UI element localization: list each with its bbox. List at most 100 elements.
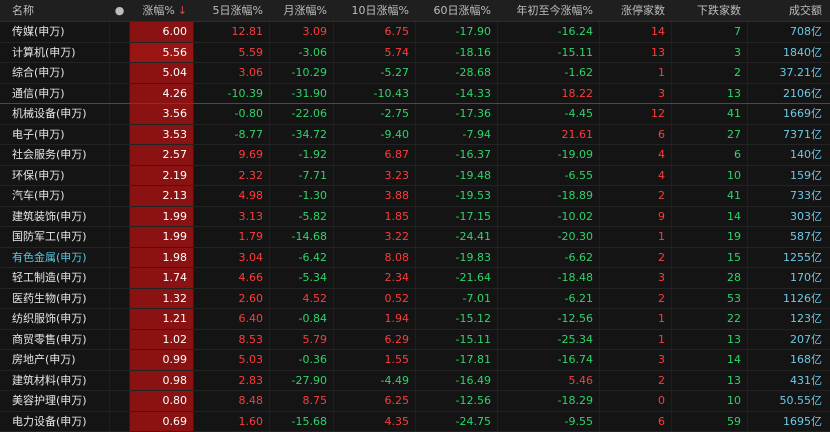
limit-up-count: 4 (600, 165, 672, 185)
col-header-turnover[interactable]: 成交额 (748, 0, 830, 21)
change-ytd: -9.55 (498, 411, 600, 431)
table-row[interactable]: 电力设备(申万) 0.69 1.60 -15.68 4.35 -24.75 -9.55 6 59… (0, 411, 830, 432)
table-row[interactable]: 电子(申万) 3.53 -8.77 -34.72 -9.40 -7.94 21.61 6 27 7… (0, 124, 830, 145)
sector-name[interactable]: 环保(申万) (0, 165, 110, 185)
table-row[interactable]: 综合(申万) 5.04 3.06 -10.29 -5.27 -28.68 -1.62 1 2 37… (0, 63, 830, 84)
col-header-change[interactable]: 涨幅% ↓ (130, 0, 194, 21)
change-ytd: -19.09 (498, 145, 600, 165)
row-marker (110, 165, 130, 185)
change-pct: 2.57 (130, 145, 194, 165)
change-ytd: 5.46 (498, 370, 600, 390)
sector-name[interactable]: 美容护理(申万) (0, 391, 110, 411)
row-marker (110, 206, 130, 226)
row-marker (110, 42, 130, 62)
sector-name[interactable]: 建筑装饰(申万) (0, 206, 110, 226)
turnover-amount: 1840亿 (783, 45, 822, 59)
table-row[interactable]: 建筑材料(申万) 0.98 2.83 -27.90 -4.49 -16.49 5.46 2 13… (0, 370, 830, 391)
table-row[interactable]: 美容护理(申万) 0.80 8.48 8.75 6.25 -12.56 -18.29 0 10 5… (0, 391, 830, 412)
table-row[interactable]: 机械设备(申万) 3.56 -0.80 -22.06 -2.75 -17.36 -4.45 1… (0, 104, 830, 125)
sector-name[interactable]: 房地产(申万) (0, 350, 110, 370)
change-60d: -21.64 (416, 268, 498, 288)
change-10d: 2.34 (334, 268, 416, 288)
turnover-amount: 207亿 (790, 332, 822, 346)
sector-name[interactable]: 传媒(申万) (0, 22, 110, 42)
table-row[interactable]: 通信(申万) 4.26 -10.39 -31.90 -10.43 -14.33 18.22 3… (0, 83, 830, 104)
sector-name[interactable]: 综合(申万) (0, 63, 110, 83)
decliner-count: 59 (672, 411, 748, 431)
col-header-10d[interactable]: 10日涨幅% (334, 0, 416, 21)
row-marker (110, 227, 130, 247)
col-header-5d[interactable]: 5日涨幅% (194, 0, 270, 21)
change-5d: 8.53 (194, 329, 270, 349)
table-header: 名称 ● 涨幅% ↓ 5日涨幅% 月涨幅% 10日涨幅% 60日涨幅% 年初至今涨… (0, 0, 830, 22)
table-row[interactable]: 国防军工(申万) 1.99 1.79 -14.68 3.22 -24.41 -20.30 1 1… (0, 227, 830, 248)
sector-name[interactable]: 国防军工(申万) (0, 227, 110, 247)
sector-name[interactable]: 有色金属(申万) (0, 247, 110, 267)
table-row[interactable]: 传媒(申万) 6.00 12.81 3.09 6.75 -17.90 -16.24 14 7 70… (0, 22, 830, 43)
sector-name[interactable]: 轻工制造(申万) (0, 268, 110, 288)
decliner-count: 41 (672, 186, 748, 206)
table-row[interactable]: 轻工制造(申万) 1.74 4.66 -5.34 2.34 -21.64 -18.48 3 28… (0, 268, 830, 289)
limit-up-count: 6 (600, 124, 672, 144)
change-5d: 2.83 (194, 370, 270, 390)
sector-name[interactable]: 汽车(申万) (0, 186, 110, 206)
change-10d: 1.85 (334, 206, 416, 226)
table-row[interactable]: 有色金属(申万) 1.98 3.04 -6.42 8.08 -19.83 -6.62 2 15 1… (0, 247, 830, 268)
col-header-limit-up[interactable]: 涨停家数 (600, 0, 672, 21)
change-60d: -17.15 (416, 206, 498, 226)
sector-name[interactable]: 医药生物(申万) (0, 288, 110, 308)
change-month: -22.06 (270, 104, 334, 124)
col-header-60d[interactable]: 60日涨幅% (416, 0, 498, 21)
col-header-ytd[interactable]: 年初至今涨幅% (498, 0, 600, 21)
change-ytd: -6.21 (498, 288, 600, 308)
sector-name[interactable]: 电力设备(申万) (0, 411, 110, 431)
turnover-amount: 123亿 (790, 312, 822, 325)
turnover-amount: 587亿 (790, 230, 822, 243)
change-pct: 0.98 (130, 370, 194, 390)
change-pct: 3.53 (130, 124, 194, 144)
sector-name[interactable]: 社会服务(申万) (0, 145, 110, 165)
change-ytd: -18.48 (498, 268, 600, 288)
change-5d: 1.79 (194, 227, 270, 247)
change-5d: 8.48 (194, 391, 270, 411)
col-header-month[interactable]: 月涨幅% (270, 0, 334, 21)
change-pct: 1.99 (130, 206, 194, 226)
change-10d: 4.35 (334, 411, 416, 431)
table-row[interactable]: 医药生物(申万) 1.32 2.60 4.52 0.52 -7.01 -6.21 2 53 112… (0, 288, 830, 309)
table-row[interactable]: 房地产(申万) 0.99 5.03 -0.36 1.55 -17.81 -16.74 3 14 1… (0, 350, 830, 371)
sector-name[interactable]: 通信(申万) (0, 83, 110, 103)
table-row[interactable]: 纺织服饰(申万) 1.21 6.40 -0.84 1.94 -15.12 -12.56 1 22… (0, 309, 830, 330)
sector-name[interactable]: 建筑材料(申万) (0, 370, 110, 390)
col-header-dot[interactable]: ● (110, 0, 130, 21)
change-60d: -14.33 (416, 83, 498, 103)
table-row[interactable]: 计算机(申万) 5.56 5.59 -3.06 5.74 -18.16 -15.11 13 3 1… (0, 42, 830, 63)
decliner-count: 13 (672, 370, 748, 390)
table-row[interactable]: 汽车(申万) 2.13 4.98 -1.30 3.88 -19.53 -18.89 2 41 73… (0, 186, 830, 207)
change-10d: 3.22 (334, 227, 416, 247)
header-label: 名称 (12, 4, 34, 17)
sector-name[interactable]: 商贸零售(申万) (0, 329, 110, 349)
change-10d: 6.75 (334, 22, 416, 42)
table-row[interactable]: 建筑装饰(申万) 1.99 3.13 -5.82 1.85 -17.15 -10.02 9 14… (0, 206, 830, 227)
change-10d: -4.49 (334, 370, 416, 390)
change-month: 4.52 (270, 288, 334, 308)
limit-up-count: 2 (600, 186, 672, 206)
sector-name[interactable]: 计算机(申万) (0, 42, 110, 62)
sector-name[interactable]: 机械设备(申万) (0, 104, 110, 124)
limit-up-count: 4 (600, 145, 672, 165)
change-60d: -28.68 (416, 63, 498, 83)
change-month: -7.71 (270, 165, 334, 185)
change-10d: 0.52 (334, 288, 416, 308)
col-header-decliners[interactable]: 下跌家数 (672, 0, 748, 21)
table-row[interactable]: 环保(申万) 2.19 2.32 -7.71 3.23 -19.48 -6.55 4 10 159… (0, 165, 830, 186)
sector-name[interactable]: 电子(申万) (0, 124, 110, 144)
change-5d: -8.77 (194, 124, 270, 144)
decliner-count: 15 (672, 247, 748, 267)
sector-name[interactable]: 纺织服饰(申万) (0, 309, 110, 329)
col-header-name[interactable]: 名称 (0, 0, 110, 21)
table-row[interactable]: 社会服务(申万) 2.57 9.69 -1.92 6.87 -16.37 -19.09 4 6 1… (0, 145, 830, 166)
table-row[interactable]: 商贸零售(申万) 1.02 8.53 5.79 6.29 -15.11 -25.34 1 13 2… (0, 329, 830, 350)
turnover-amount: 37.21亿 (779, 66, 823, 79)
change-ytd: -18.89 (498, 186, 600, 206)
change-pct: 0.99 (130, 350, 194, 370)
